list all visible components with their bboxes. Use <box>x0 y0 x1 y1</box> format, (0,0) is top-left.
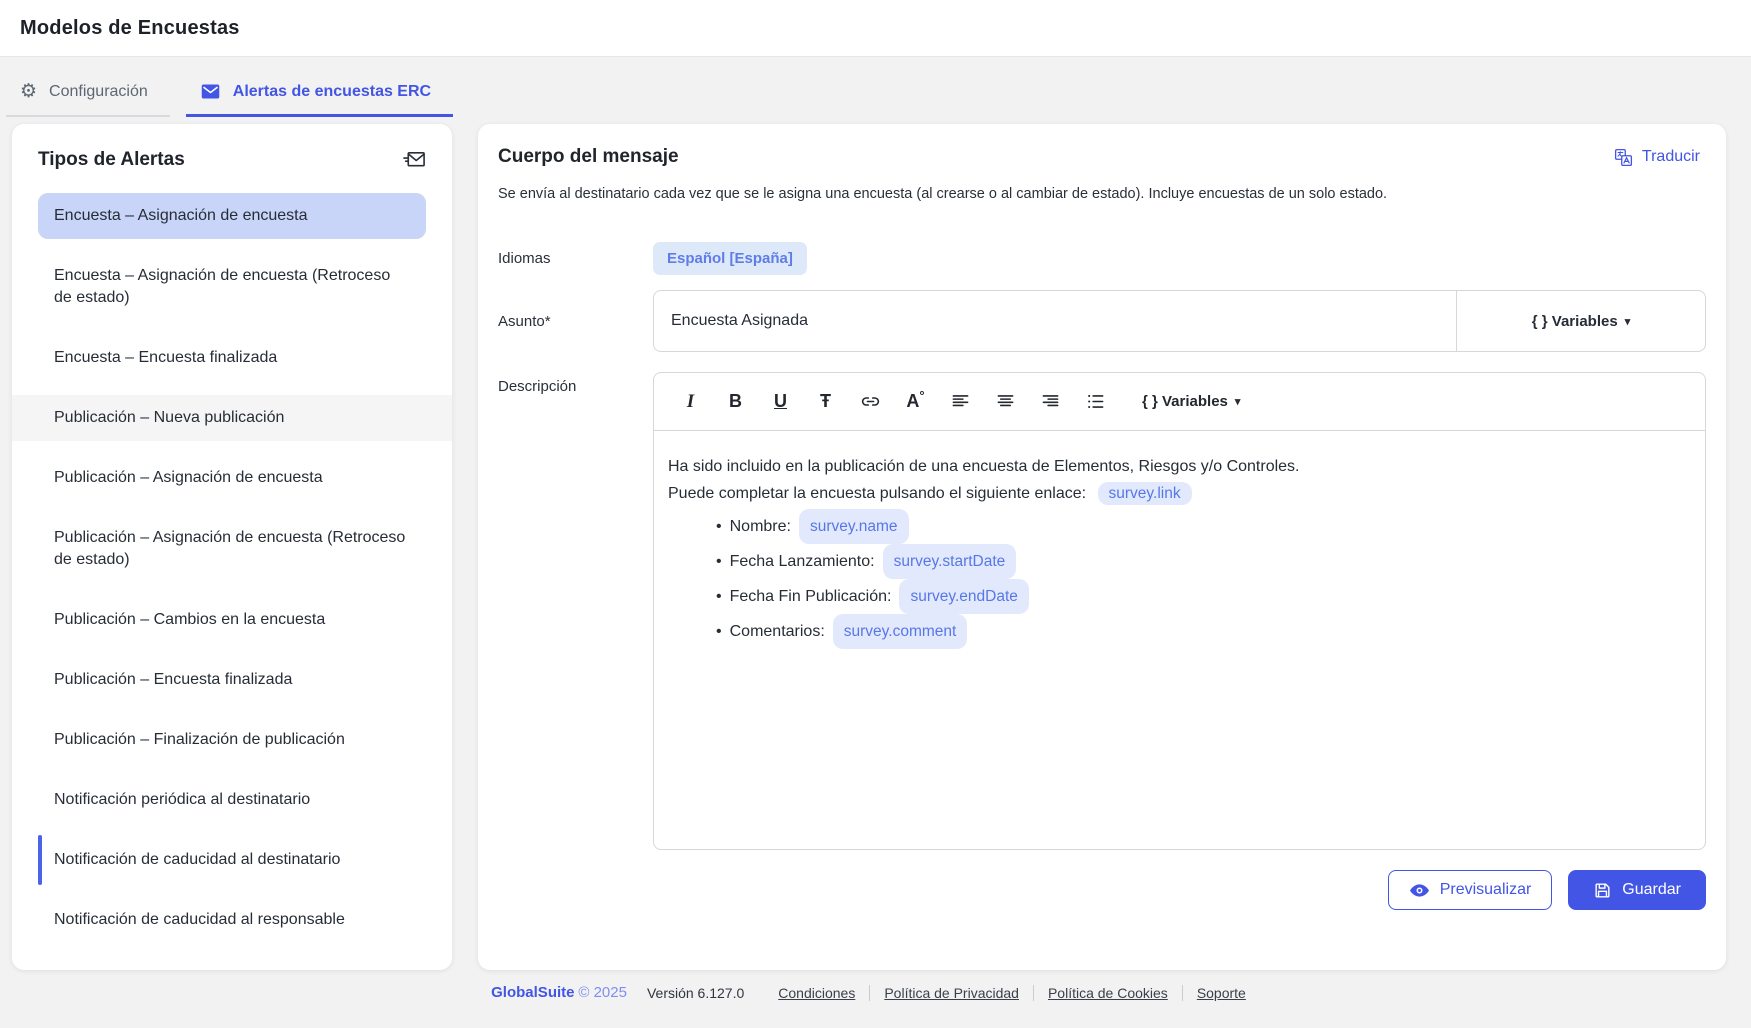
language-chip[interactable]: Español [España] <box>653 242 807 275</box>
brand-logo[interactable]: GlobalSuite <box>491 984 574 1001</box>
footer-link[interactable]: Política de Privacidad <box>869 985 1033 1001</box>
strikethrough-icon[interactable]: Ŧ <box>803 382 848 422</box>
copyright: © 2025 <box>578 984 627 1001</box>
asunto-label: Asunto* <box>498 313 653 330</box>
bullet-dot: • <box>716 547 722 576</box>
bullet-dot: • <box>716 512 722 541</box>
chevron-down-icon: ▾ <box>1625 315 1631 328</box>
tab-label: Alertas de encuestas ERC <box>233 83 431 101</box>
editor-body[interactable]: Ha sido incluido en la publicación de un… <box>654 431 1705 849</box>
footer: GlobalSuite © 2025 Versión 6.127.0 Condi… <box>0 984 1751 1001</box>
footer-link[interactable]: Condiciones <box>764 985 869 1001</box>
panel-title: Cuerpo del mensaje <box>498 146 679 168</box>
variable-chip[interactable]: survey.link <box>1098 482 1192 505</box>
bullet-label: Fecha Lanzamiento: <box>730 547 875 576</box>
sidebar-item[interactable]: Publicación – Cambios en la encuesta <box>38 597 426 643</box>
bold-icon[interactable]: B <box>713 382 758 422</box>
bullet-dot: • <box>716 582 722 611</box>
variable-chip[interactable]: survey.name <box>799 509 909 544</box>
gear-icon: ⚙ <box>20 82 37 101</box>
sidebar-item[interactable]: Publicación – Asignación de encuesta (Re… <box>38 515 426 583</box>
mail-icon <box>200 81 221 102</box>
alert-types-title: Tipos de Alertas <box>38 149 185 171</box>
tab-alertas-encuestas-erc[interactable]: Alertas de encuestas ERC <box>186 81 453 117</box>
bullet-label: Comentarios: <box>730 617 825 646</box>
descripcion-label: Descripción <box>498 372 653 395</box>
app-header: Modelos de Encuestas <box>0 0 1751 57</box>
editor-bullet-line: • Fecha Fin Publicación:survey.endDate <box>668 579 1691 614</box>
variable-chip[interactable]: survey.comment <box>833 614 968 649</box>
editor-bullet-list: • Nombre: survey.name • Fecha Lanzamiento: su… <box>668 509 1691 649</box>
underline-icon[interactable]: U <box>758 382 803 422</box>
footer-link[interactable]: Soporte <box>1182 985 1260 1001</box>
content: Tipos de Alertas Encuesta – Asignación d… <box>0 117 1751 970</box>
variables-label: { } Variables <box>1142 393 1228 410</box>
save-icon <box>1593 881 1612 900</box>
bullet-label: Nombre: <box>730 512 791 541</box>
sidebar-item[interactable]: Notificación periódica al destinatario <box>38 777 426 823</box>
send-mail-icon <box>403 148 426 171</box>
variables-label: { } Variables <box>1532 313 1618 330</box>
footer-links: CondicionesPolítica de PrivacidadPolític… <box>764 985 1260 1001</box>
align-right-icon[interactable] <box>1028 382 1073 422</box>
tab-label: Configuración <box>49 83 148 101</box>
subject-field-group: { } Variables ▾ <box>653 290 1706 352</box>
idiomas-label: Idiomas <box>498 250 653 267</box>
subject-input[interactable] <box>654 291 1457 351</box>
sidebar-item[interactable]: Encuesta – Asignación de encuesta (Retro… <box>38 253 426 321</box>
link-icon[interactable] <box>848 382 893 422</box>
sidebar-item[interactable]: Notificación de caducidad al responsable <box>38 897 426 943</box>
editor-bullet-line: • Comentarios: survey.comment <box>668 614 1691 649</box>
translate-label: Traducir <box>1642 148 1700 166</box>
font-size-icon[interactable]: A° <box>893 382 938 422</box>
sidebar-item[interactable]: Encuesta – Asignación de encuesta <box>38 193 426 239</box>
bullet-list-icon[interactable] <box>1073 382 1118 422</box>
sidebar-item[interactable]: Publicación – Finalización de publicació… <box>38 717 426 763</box>
italic-icon[interactable]: I <box>668 382 713 422</box>
sidebar-item[interactable]: Publicación – Nueva publicación <box>12 395 452 441</box>
editor-bullet-line: • Nombre: survey.name <box>668 509 1691 544</box>
editor-line: Ha sido incluido en la publicación de un… <box>668 453 1691 480</box>
sidebar-item[interactable]: Publicación – Asignación de encuesta <box>38 455 426 501</box>
align-center-icon[interactable] <box>983 382 1028 422</box>
align-left-icon[interactable] <box>938 382 983 422</box>
alert-type-list: Encuesta – Asignación de encuesta Encuest… <box>38 193 426 943</box>
version-label: Versión 6.127.0 <box>647 985 744 1001</box>
variable-chip[interactable]: survey.endDate <box>899 579 1028 614</box>
translate-icon <box>1613 147 1634 168</box>
sidebar-item[interactable]: Notificación de caducidad al destinatari… <box>38 837 426 883</box>
save-button[interactable]: Guardar <box>1568 870 1706 910</box>
subject-variables-dropdown[interactable]: { } Variables ▾ <box>1457 291 1705 351</box>
editor-variables-dropdown[interactable]: { } Variables ▾ <box>1142 393 1240 410</box>
eye-icon <box>1409 880 1430 901</box>
alert-types-panel: Tipos de Alertas Encuesta – Asignación d… <box>12 124 452 970</box>
bullet-dot: • <box>716 617 722 646</box>
editor-line: Puede completar la encuesta pulsando el … <box>668 480 1691 507</box>
panel-description: Se envía al destinatario cada vez que se… <box>498 186 1706 202</box>
save-label: Guardar <box>1622 881 1681 899</box>
preview-label: Previsualizar <box>1440 881 1532 899</box>
rich-text-editor: IBUŦ A° { } Variables ▾ Ha sido incluido … <box>653 372 1706 850</box>
page-title: Modelos de Encuestas <box>20 17 240 40</box>
sidebar-item[interactable]: Publicación – Encuesta finalizada <box>38 657 426 703</box>
editor-bullet-line: • Fecha Lanzamiento: survey.startDate <box>668 544 1691 579</box>
bullet-label: Fecha Fin Publicación: <box>730 582 892 611</box>
variable-chip[interactable]: survey.startDate <box>883 544 1017 579</box>
footer-link[interactable]: Política de Cookies <box>1033 985 1182 1001</box>
tab-bar: ⚙ Configuración Alertas de encuestas ERC <box>0 57 1751 117</box>
preview-button[interactable]: Previsualizar <box>1388 870 1553 910</box>
toolbar-icons-slot: IBUŦ A° <box>668 382 1118 422</box>
chevron-down-icon: ▾ <box>1235 395 1241 408</box>
message-body-panel: Cuerpo del mensaje Traducir Se envía al … <box>478 124 1726 970</box>
editor-toolbar: IBUŦ A° { } Variables ▾ <box>654 373 1705 431</box>
tab-configuracion[interactable]: ⚙ Configuración <box>6 81 170 117</box>
translate-button[interactable]: Traducir <box>1613 147 1706 168</box>
sidebar-item[interactable]: Encuesta – Encuesta finalizada <box>38 335 426 381</box>
